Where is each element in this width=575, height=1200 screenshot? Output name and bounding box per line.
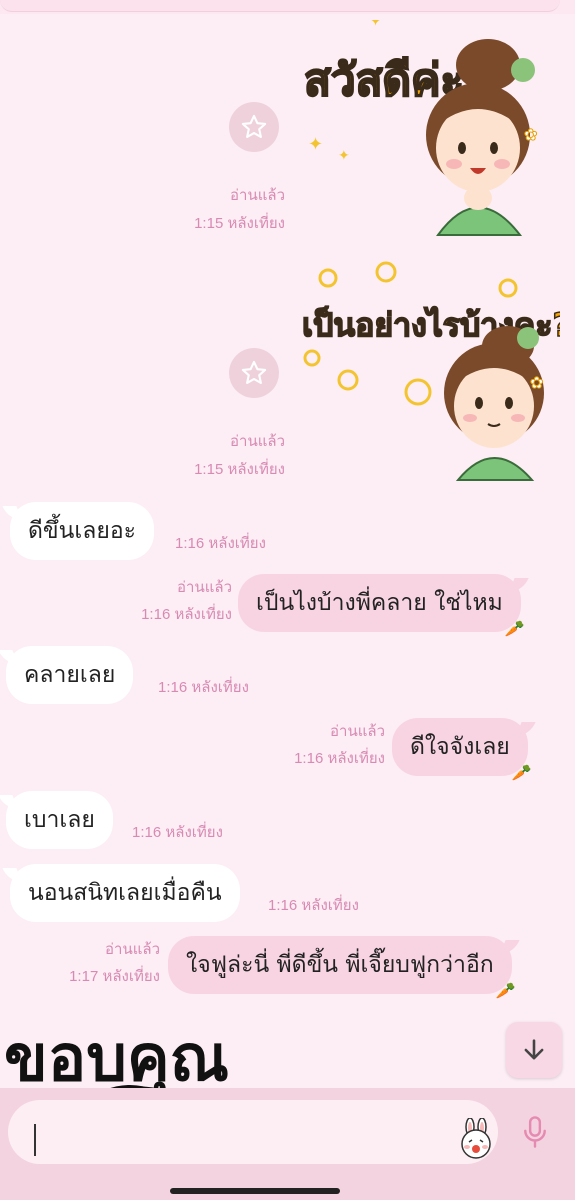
- message-text: ดีขึ้นเลยอะ: [28, 518, 136, 544]
- timestamp: 1:15 หลังเที่ยง: [194, 461, 285, 478]
- outgoing-message[interactable]: ใจฟูล่ะนี่ พี่ดีขึ้น พี่เจี๊ยบฟูกว่าอีก …: [168, 936, 520, 1000]
- bubble-tail: [516, 722, 536, 736]
- message-text: เป็นไงบ้างพี่คลาย ใช่ไหม: [256, 590, 503, 616]
- bunny-sticker-icon[interactable]: [455, 1118, 497, 1160]
- read-receipt: อ่านแล้ว: [230, 433, 285, 450]
- svg-text:✿: ✿: [524, 125, 537, 144]
- girl-asking-sticker: เป็นอย่างไรบ้างคะ? ✿: [301, 261, 560, 481]
- incoming-message[interactable]: คลายเลย: [0, 646, 134, 704]
- timestamp: 1:16 หลังเที่ยง: [132, 824, 223, 841]
- svg-text:✦: ✦: [338, 148, 350, 164]
- svg-text:✦: ✦: [308, 134, 323, 155]
- carrot-icon: 🥕: [511, 763, 532, 782]
- timestamp: 1:15 หลังเที่ยง: [194, 215, 285, 232]
- sticker-message-thanks[interactable]: ขอบคุณ: [0, 1004, 290, 1090]
- timestamp: 1:17 หลังเที่ยง: [69, 968, 160, 985]
- timestamp: 1:16 หลังเที่ยง: [294, 750, 385, 767]
- text-cursor: [34, 1124, 36, 1156]
- incoming-message[interactable]: เบาเลย: [0, 791, 113, 849]
- read-receipt: อ่านแล้ว: [230, 187, 285, 204]
- arrow-down-icon: [524, 1039, 544, 1060]
- bubble-tail: [500, 940, 520, 954]
- message-text: ดีใจจังเลย: [410, 734, 510, 760]
- outgoing-message[interactable]: เป็นไงบ้างพี่คลาย ใช่ไหม 🥕: [238, 574, 529, 638]
- voice-message-button[interactable]: [515, 1112, 555, 1152]
- bubble-tail: [509, 578, 529, 592]
- microphone-icon: [524, 1116, 546, 1148]
- incoming-message[interactable]: ดีขึ้นเลยอะ: [2, 502, 154, 560]
- svg-text:✦: ✦: [368, 20, 383, 31]
- star-icon: [241, 360, 267, 384]
- bubble-tail: [0, 650, 18, 664]
- carrot-icon: 🥕: [495, 981, 516, 1000]
- read-receipt: อ่านแล้ว: [177, 579, 232, 596]
- message-input[interactable]: [8, 1100, 498, 1164]
- timestamp: 1:16 หลังเที่ยง: [141, 606, 232, 623]
- timestamp: 1:16 หลังเที่ยง: [268, 897, 359, 914]
- sticker-message-how-are-you[interactable]: เป็นอย่างไรบ้างคะ? ✿ อ่านแล้ว 1:15 หลังเ…: [0, 250, 575, 490]
- timestamp: 1:16 หลังเที่ยง: [175, 535, 266, 552]
- home-indicator: [170, 1188, 340, 1194]
- message-composer: [0, 1088, 575, 1200]
- favorite-sticker-button[interactable]: [229, 348, 279, 398]
- sticker-message-hello[interactable]: สวัสดีค่ะ ✦ ✦ ✦ ✿ อ่านแล้ว 1:15 หลังเที่…: [0, 0, 575, 245]
- read-receipt: อ่านแล้ว: [330, 723, 385, 740]
- sticker-caption: ขอบคุณ: [4, 1022, 229, 1090]
- outgoing-message[interactable]: ดีใจจังเลย 🥕: [392, 718, 536, 782]
- read-receipt: อ่านแล้ว: [105, 941, 160, 958]
- svg-text:✿: ✿: [530, 373, 543, 392]
- bubble-tail: [2, 506, 22, 520]
- scroll-to-bottom-button[interactable]: [506, 1022, 562, 1078]
- message-text: ใจฟูล่ะนี่ พี่ดีขึ้น พี่เจี๊ยบฟูกว่าอีก: [186, 952, 494, 978]
- message-text: เบาเลย: [24, 807, 95, 833]
- message-text: คลายเลย: [24, 662, 116, 688]
- sticker-caption: สวัสดีค่ะ: [304, 55, 464, 106]
- girl-greeting-sticker: สวัสดีค่ะ ✦ ✦ ✦ ✿: [303, 20, 538, 236]
- bubble-tail: [2, 868, 22, 882]
- thank-you-sticker: ขอบคุณ: [4, 1022, 229, 1090]
- incoming-message[interactable]: นอนสนิทเลยเมื่อคืน: [2, 864, 240, 922]
- star-icon: [241, 114, 267, 138]
- carrot-icon: 🥕: [504, 619, 525, 638]
- timestamp: 1:16 หลังเที่ยง: [158, 679, 249, 696]
- message-text: นอนสนิทเลยเมื่อคืน: [28, 880, 222, 906]
- bubble-tail: [0, 795, 18, 809]
- favorite-sticker-button[interactable]: [229, 102, 279, 152]
